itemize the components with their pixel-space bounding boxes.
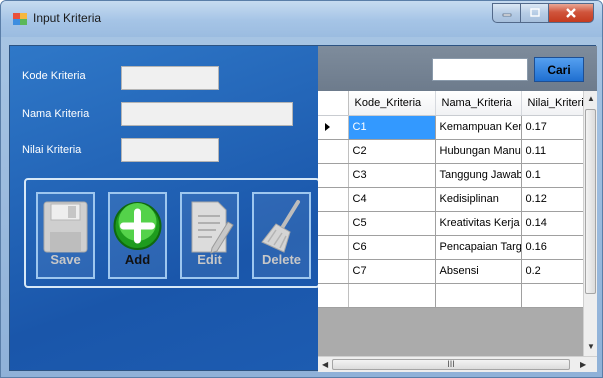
table-row[interactable]: C7 Absensi 0.2	[318, 259, 584, 284]
maximize-icon	[529, 8, 540, 17]
table-cell[interactable]: C5	[348, 211, 436, 236]
table-row[interactable]: C2 Hubungan Manu... 0.11	[318, 139, 584, 164]
form-app-icon	[13, 13, 27, 25]
add-button-label: Add	[124, 252, 151, 267]
table-row-new[interactable]	[318, 283, 584, 308]
table-cell[interactable]: 0.1	[521, 163, 584, 188]
table-cell[interactable]: 0.12	[521, 187, 584, 212]
close-icon	[566, 8, 576, 18]
kode-kriteria-field[interactable]	[121, 66, 219, 90]
table-cell[interactable]	[521, 283, 584, 308]
vertical-scrollbar[interactable]: ▲ ▼	[583, 91, 597, 356]
table-cell[interactable]: C2	[348, 139, 436, 164]
table-cell[interactable]: 0.14	[521, 211, 584, 236]
table-cell[interactable]	[348, 283, 436, 308]
row-arrow-icon	[325, 123, 330, 131]
table-cell[interactable]: 0.16	[521, 235, 584, 260]
floppy-disk-icon	[43, 201, 88, 253]
table-cell[interactable]: Pencapaian Target	[435, 235, 522, 260]
row-header[interactable]	[318, 259, 349, 284]
table-cell[interactable]: Absensi	[435, 259, 522, 284]
row-header[interactable]	[318, 139, 349, 164]
window-title: Input Kriteria	[33, 11, 102, 25]
column-header-nilai[interactable]: Nilai_Kriteri	[521, 91, 584, 116]
table-cell[interactable]: C3	[348, 163, 436, 188]
row-header-corner	[318, 91, 349, 116]
row-header[interactable]	[318, 235, 349, 260]
maximize-button[interactable]	[520, 3, 548, 23]
search-button[interactable]: Cari	[534, 57, 584, 82]
row-header[interactable]	[318, 163, 349, 188]
column-header-kode[interactable]: Kode_Kriteria	[348, 91, 436, 116]
table-row[interactable]: C5 Kreativitas Kerja 0.14	[318, 211, 584, 236]
edit-button-label: Edit	[197, 252, 222, 267]
table-cell[interactable]: C6	[348, 235, 436, 260]
table-row[interactable]: C6 Pencapaian Target 0.16	[318, 235, 584, 260]
vertical-scroll-thumb[interactable]	[585, 109, 596, 294]
kriteria-table: Kode_Kriteria Nama_Kriteria Nilai_Kriter…	[318, 91, 584, 308]
table-cell[interactable]: Kemampuan Kerja	[435, 115, 522, 140]
table-cell[interactable]: C7	[348, 259, 436, 284]
delete-button[interactable]: Delete	[252, 192, 311, 279]
minimize-button[interactable]	[492, 3, 520, 23]
edit-button[interactable]: Edit	[180, 192, 239, 279]
title-bar[interactable]: Input Kriteria	[1, 1, 602, 37]
delete-button-label: Delete	[261, 252, 302, 267]
save-button-label: Save	[50, 252, 81, 267]
app-window: Input Kriteria Kode Kriteria Nama Kriter…	[0, 0, 603, 378]
scroll-left-arrow-icon[interactable]: ◀	[322, 360, 328, 369]
minimize-icon	[502, 13, 511, 17]
column-header-nama[interactable]: Nama_Kriteria	[435, 91, 522, 116]
current-row-indicator	[318, 115, 349, 140]
scroll-down-arrow-icon[interactable]: ▼	[587, 342, 595, 351]
table-cell[interactable]: 0.17	[521, 115, 584, 140]
row-header[interactable]	[318, 187, 349, 212]
row-header[interactable]	[318, 283, 349, 308]
nama-kriteria-field[interactable]	[121, 102, 293, 126]
table-cell[interactable]: Hubungan Manu...	[435, 139, 522, 164]
search-bar: Cari	[318, 46, 597, 91]
scroll-right-arrow-icon[interactable]: ▶	[580, 360, 586, 369]
table-row[interactable]: C1 Kemampuan Kerja 0.17	[318, 115, 584, 140]
kriteria-data-grid[interactable]: Kode_Kriteria Nama_Kriteria Nilai_Kriter…	[318, 91, 597, 372]
kode-kriteria-label: Kode Kriteria	[22, 70, 86, 82]
table-cell[interactable]	[435, 283, 522, 308]
plus-circle-icon	[113, 202, 162, 250]
table-cell[interactable]: Kedisiplinan	[435, 187, 522, 212]
row-header[interactable]	[318, 211, 349, 236]
search-input[interactable]	[432, 58, 528, 81]
save-button[interactable]: Save	[36, 192, 95, 279]
table-row[interactable]: C3 Tanggung Jawab... 0.1	[318, 163, 584, 188]
add-button[interactable]: Add	[108, 192, 167, 279]
action-buttons-panel: Save Add Edit Delete	[24, 178, 320, 288]
close-button[interactable]	[548, 3, 594, 23]
horizontal-scrollbar[interactable]: ◀ III ▶	[318, 356, 597, 372]
table-cell[interactable]: 0.2	[521, 259, 584, 284]
nama-kriteria-label: Nama Kriteria	[22, 108, 90, 120]
table-cell[interactable]: C1	[348, 115, 436, 140]
table-cell[interactable]: C4	[348, 187, 436, 212]
table-cell[interactable]: Tanggung Jawab...	[435, 163, 522, 188]
table-cell[interactable]: 0.11	[521, 139, 584, 164]
horizontal-scroll-thumb[interactable]: III	[332, 359, 570, 370]
form-client-area: Kode Kriteria Nama Kriteria Nilai Kriter…	[9, 45, 597, 372]
nilai-kriteria-label: Nilai Kriteria	[22, 144, 82, 156]
broom-icon	[261, 200, 300, 253]
edit-document-icon	[191, 201, 234, 254]
scroll-up-arrow-icon[interactable]: ▲	[587, 94, 595, 103]
table-header-row: Kode_Kriteria Nama_Kriteria Nilai_Kriter…	[318, 91, 584, 116]
table-row[interactable]: C4 Kedisiplinan 0.12	[318, 187, 584, 212]
table-cell[interactable]: Kreativitas Kerja	[435, 211, 522, 236]
scroll-grip-icon: III	[447, 359, 455, 369]
nilai-kriteria-field[interactable]	[121, 138, 219, 162]
